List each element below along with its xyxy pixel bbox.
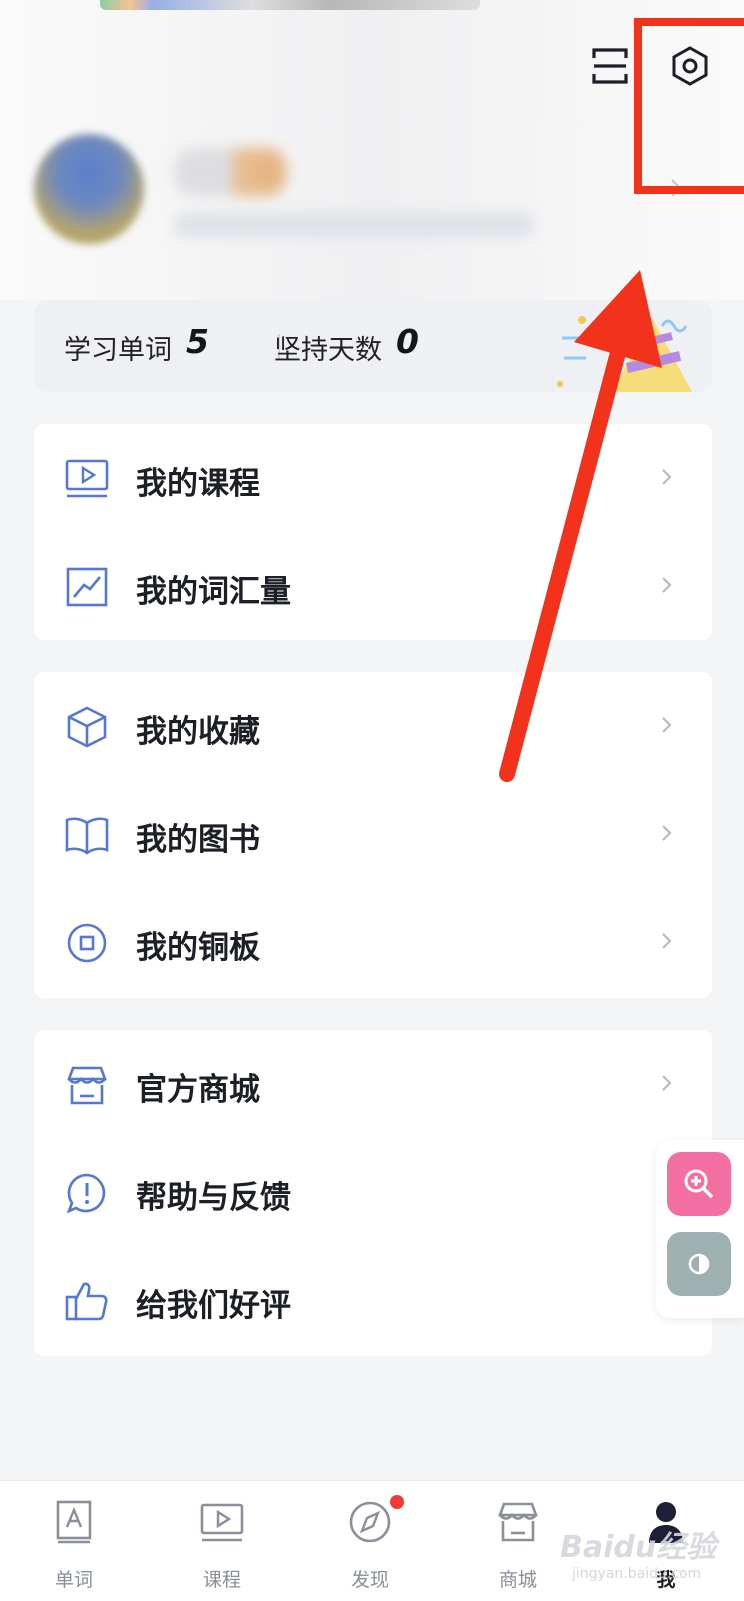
menu-label: 我的词汇量 xyxy=(136,574,291,610)
menu-label: 官方商城 xyxy=(136,1072,260,1108)
tab-label: 单词 xyxy=(54,1569,93,1591)
chevron-right-icon xyxy=(662,469,672,485)
menu-row-help-feedback[interactable]: 帮助与反馈 xyxy=(34,1138,712,1248)
menu-row-my-favorites[interactable]: 我的收藏 xyxy=(34,672,712,782)
streak-days-label: 坚持天数 xyxy=(274,335,382,366)
tab-label: 课程 xyxy=(202,1569,241,1591)
menu-label: 给我们好评 xyxy=(136,1288,291,1324)
tab-label: 发现 xyxy=(350,1569,389,1591)
book-icon xyxy=(65,817,109,855)
words-learned-value: 5 xyxy=(186,322,209,361)
status-bar-blurred xyxy=(100,0,480,10)
menu-row-my-courses[interactable]: 我的课程 xyxy=(34,424,712,534)
chevron-right-icon xyxy=(662,933,672,949)
favorite-box-icon xyxy=(67,706,107,748)
contrast-icon[interactable] xyxy=(667,1232,731,1296)
word-card-icon xyxy=(56,1500,92,1544)
notification-badge xyxy=(390,1495,404,1509)
compass-icon xyxy=(349,1501,391,1543)
watermark: Baidu经验 xyxy=(560,1530,717,1565)
study-stats-card: 学习单词 5 坚持天数 0 xyxy=(34,300,712,392)
tab-discover[interactable]: 发现 xyxy=(296,1481,444,1601)
store-icon xyxy=(67,1066,107,1105)
coin-icon xyxy=(67,923,107,963)
menu-card-assets: 我的收藏 我的图书 我的铜板 xyxy=(34,672,712,998)
menu-row-my-coins[interactable]: 我的铜板 xyxy=(34,888,712,998)
course-screen-icon xyxy=(65,459,109,498)
menu-row-official-store[interactable]: 官方商城 xyxy=(34,1030,712,1140)
thumbs-up-icon xyxy=(65,1282,108,1321)
user-info-blurred xyxy=(174,212,534,238)
words-learned-label: 学习单词 xyxy=(64,335,172,366)
party-popper-icon xyxy=(557,316,692,392)
chevron-right-icon xyxy=(662,825,672,841)
vocabulary-chart-icon xyxy=(66,567,108,607)
chevron-right-icon xyxy=(662,717,672,733)
watermark-url: jingyan.baidu.com xyxy=(572,1566,702,1582)
menu-label: 我的铜板 xyxy=(136,930,260,966)
menu-label: 我的图书 xyxy=(136,822,260,858)
scan-icon[interactable] xyxy=(588,44,632,88)
avatar[interactable] xyxy=(34,134,144,244)
chevron-right-icon xyxy=(662,1075,672,1091)
annotation-highlight-box xyxy=(634,18,744,194)
menu-label: 我的课程 xyxy=(136,466,260,502)
zoom-in-icon[interactable] xyxy=(667,1152,731,1216)
help-feedback-icon xyxy=(66,1173,106,1214)
tab-courses[interactable]: 课程 xyxy=(148,1481,296,1601)
tab-label: 商城 xyxy=(498,1569,537,1591)
profile-header[interactable] xyxy=(34,134,682,254)
menu-row-my-vocabulary[interactable]: 我的词汇量 xyxy=(34,532,712,642)
menu-label: 帮助与反馈 xyxy=(136,1180,291,1216)
menu-card-support: 官方商城 帮助与反馈 给我们好评 xyxy=(34,1030,712,1356)
menu-label: 我的收藏 xyxy=(136,714,260,750)
store-icon xyxy=(498,1502,538,1542)
menu-card-learning: 我的课程 我的词汇量 xyxy=(34,424,712,640)
menu-row-rate-us[interactable]: 给我们好评 xyxy=(34,1246,712,1356)
chevron-right-icon xyxy=(662,577,672,593)
streak-days-value: 0 xyxy=(396,322,419,361)
tab-words[interactable]: 单词 xyxy=(0,1481,148,1601)
course-screen-icon xyxy=(200,1503,244,1542)
username-blurred xyxy=(174,148,286,196)
menu-row-my-books[interactable]: 我的图书 xyxy=(34,780,712,890)
